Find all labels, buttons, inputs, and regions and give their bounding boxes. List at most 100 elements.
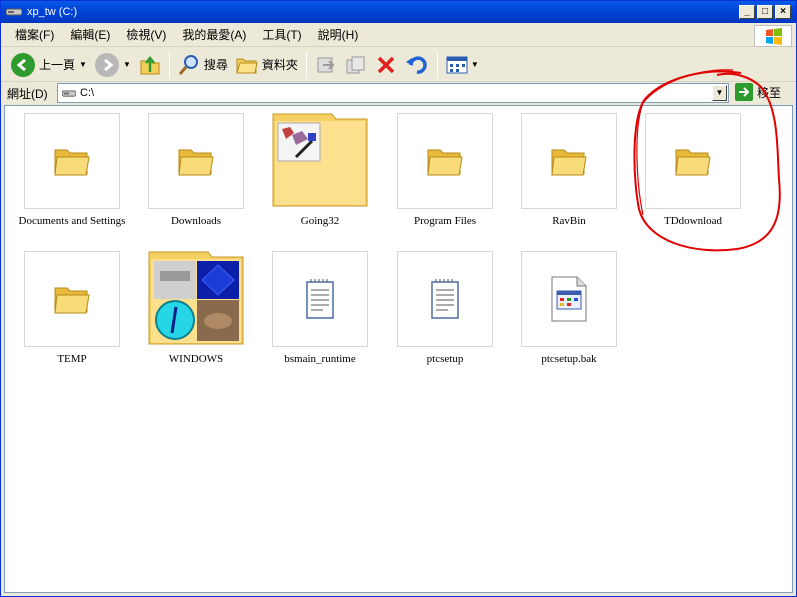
file-item-program-files[interactable]: Program Files — [385, 113, 505, 227]
folder-preview-icon — [272, 113, 368, 207]
address-bar: 網址(D) C:\ ▼ 移至 — [1, 82, 796, 104]
forward-arrow-icon — [94, 52, 119, 77]
thumbnail-frame — [521, 113, 617, 209]
file-item-tddownload[interactable]: TDdownload — [633, 113, 753, 227]
views-button[interactable]: ▼ — [442, 50, 483, 80]
undo-button[interactable] — [401, 50, 433, 80]
up-button[interactable] — [135, 50, 165, 80]
back-dropdown-icon[interactable]: ▼ — [79, 60, 87, 69]
back-arrow-icon — [11, 52, 35, 77]
menu-edit[interactable]: 編輯(E) — [62, 26, 118, 43]
file-item-going32[interactable]: Going32 — [260, 113, 380, 227]
toolbar-separator — [168, 51, 170, 78]
go-arrow-icon — [735, 83, 753, 101]
title-bar[interactable]: xp_tw (C:) _ □ × — [1, 1, 796, 23]
menu-help[interactable]: 說明(H) — [310, 26, 367, 43]
folder-icon — [427, 149, 463, 176]
address-value: C:\ — [80, 87, 95, 99]
windows-logo — [754, 25, 792, 47]
application-file-icon — [551, 276, 587, 322]
window-title: xp_tw (C:) — [27, 6, 78, 18]
move-to-icon — [317, 57, 335, 72]
file-view: Documents and Settings Downloads Going32… — [4, 105, 793, 593]
thumbnail-frame — [24, 113, 120, 209]
go-label: 移至 — [757, 85, 782, 100]
file-item-ravbin[interactable]: RavBin — [509, 113, 629, 227]
thumbnail-frame — [272, 251, 368, 347]
file-label: bsmain_runtime — [284, 353, 356, 365]
go-button[interactable]: 移至 — [735, 83, 781, 101]
menu-file[interactable]: 檔案(F) — [7, 26, 62, 43]
back-button[interactable]: 上一頁 ▼ — [7, 50, 91, 80]
address-input[interactable]: C:\ ▼ — [57, 83, 729, 103]
menu-view[interactable]: 檢視(V) — [118, 26, 174, 43]
search-label: 搜尋 — [203, 58, 228, 72]
file-label: Going32 — [300, 215, 340, 227]
menu-favorites[interactable]: 我的最愛(A) — [174, 26, 254, 43]
file-label: Program Files — [413, 215, 477, 227]
search-button[interactable]: 搜尋 — [174, 50, 232, 80]
forward-button[interactable]: ▼ — [91, 50, 135, 80]
forward-dropdown-icon[interactable]: ▼ — [123, 60, 131, 69]
folder-icon — [54, 149, 90, 176]
maximize-button[interactable]: □ — [757, 5, 773, 19]
toolbar-separator — [305, 51, 307, 78]
file-item-temp[interactable]: TEMP — [12, 251, 132, 365]
thumbnail-frame — [272, 113, 368, 209]
text-file-icon — [431, 279, 459, 319]
views-dropdown-icon[interactable]: ▼ — [471, 60, 479, 69]
thumbnail-frame — [645, 113, 741, 209]
delete-button[interactable] — [371, 50, 401, 80]
file-item-downloads[interactable]: Downloads — [136, 113, 256, 227]
minimize-button[interactable]: _ — [739, 5, 755, 19]
folders-label: 資料夾 — [261, 58, 298, 72]
file-label: TDdownload — [663, 215, 723, 227]
menu-bar: 檔案(F) 編輯(E) 檢視(V) 我的最愛(A) 工具(T) 說明(H) — [1, 23, 796, 47]
file-label: TEMP — [57, 353, 87, 365]
thumbnail-frame — [521, 251, 617, 347]
drive-icon — [62, 89, 76, 97]
thumbnail-frame — [397, 251, 493, 347]
explorer-window: xp_tw (C:) _ □ × 檔案(F) 編輯(E) 檢視(V) 我的最愛(… — [0, 0, 797, 597]
delete-icon — [377, 56, 395, 73]
folder-preview-icon — [148, 251, 244, 345]
file-label: ptcsetup — [426, 353, 464, 365]
windows-flag-icon — [766, 28, 782, 45]
folders-button[interactable]: 資料夾 — [232, 50, 302, 80]
back-label: 上一頁 — [39, 58, 76, 72]
search-icon — [178, 54, 198, 75]
thumbnail-frame — [397, 113, 493, 209]
file-label: Downloads — [170, 215, 222, 227]
copy-to-button[interactable] — [341, 50, 371, 80]
folder-icon — [551, 149, 587, 176]
file-label: WINDOWS — [168, 353, 224, 365]
thumbnail-frame — [24, 251, 120, 347]
views-icon — [446, 56, 468, 73]
address-dropdown-icon[interactable]: ▼ — [712, 85, 727, 101]
folder-icon — [54, 287, 90, 314]
thumbnail-frame — [148, 113, 244, 209]
move-to-button[interactable] — [311, 50, 341, 80]
folder-up-icon — [140, 55, 160, 74]
address-label: 網址(D) — [7, 86, 48, 101]
folder-icon — [178, 149, 214, 176]
file-label: RavBin — [552, 215, 586, 227]
file-item-ptcsetup[interactable]: ptcsetup — [385, 251, 505, 365]
folders-icon — [236, 58, 258, 73]
file-label: ptcsetup.bak — [541, 353, 597, 365]
standard-toolbar: 上一頁 ▼ ▼ 搜尋 資料夾 ▼ — [1, 48, 796, 82]
copy-to-icon — [346, 56, 365, 73]
file-item-ptcsetup-bak[interactable]: ptcsetup.bak — [509, 251, 629, 365]
folder-icon — [675, 149, 711, 176]
menu-tools[interactable]: 工具(T) — [254, 26, 309, 43]
text-file-icon — [306, 279, 334, 319]
file-item-windows[interactable]: WINDOWS — [136, 251, 256, 365]
file-label: Documents and Settings — [18, 215, 126, 227]
undo-icon — [405, 55, 427, 74]
file-item-documents-and-settings[interactable]: Documents and Settings — [12, 113, 132, 227]
close-button[interactable]: × — [775, 5, 791, 19]
file-item-bsmain-runtime[interactable]: bsmain_runtime — [260, 251, 380, 365]
drive-icon — [6, 8, 22, 16]
thumbnail-frame — [148, 251, 244, 347]
toolbar-separator — [436, 51, 438, 78]
